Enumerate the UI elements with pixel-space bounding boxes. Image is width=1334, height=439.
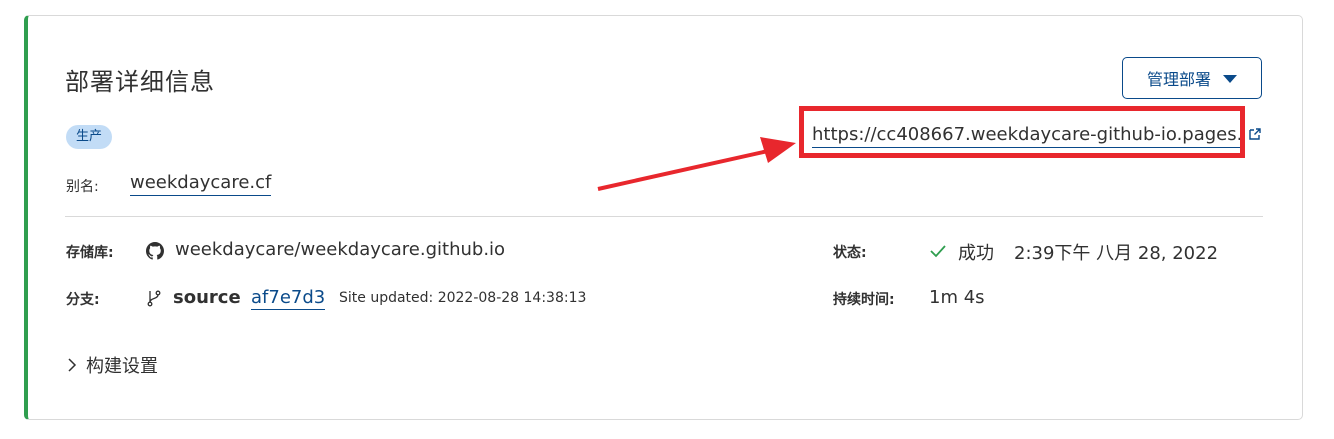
status-value: 成功 bbox=[958, 243, 994, 264]
repo-label: 存储库: bbox=[66, 245, 114, 261]
status-label: 状态: bbox=[833, 245, 867, 261]
page-title: 部署详细信息 bbox=[65, 68, 215, 96]
environment-badge: 生产 bbox=[66, 125, 113, 149]
section-divider bbox=[65, 216, 1263, 217]
status-time: 2:39下午 八月 28, 2022 bbox=[1014, 243, 1219, 264]
branch-icon bbox=[147, 290, 161, 307]
commit-hash-link[interactable]: af7e7d3 bbox=[251, 287, 326, 310]
build-settings-toggle[interactable]: 构建设置 bbox=[66, 352, 158, 378]
chevron-right-icon bbox=[68, 358, 77, 372]
commit-message: Site updated: 2022-08-28 14:38:13 bbox=[339, 290, 587, 306]
manage-deployment-label: 管理部署 bbox=[1146, 70, 1211, 89]
build-settings-label: 构建设置 bbox=[86, 356, 158, 377]
manage-deployment-button[interactable]: 管理部署 bbox=[1122, 57, 1262, 99]
branch-value: source bbox=[173, 287, 241, 308]
annotation-highlight-box bbox=[799, 106, 1245, 158]
deployment-details-card bbox=[24, 15, 1303, 420]
duration-value: 1m 4s bbox=[929, 287, 985, 308]
github-icon bbox=[146, 242, 164, 260]
check-icon bbox=[930, 245, 946, 258]
caret-down-icon bbox=[1223, 75, 1237, 83]
alias-link[interactable]: weekdaycare.cf bbox=[130, 172, 272, 196]
repo-value: weekdaycare/weekdaycare.github.io bbox=[175, 239, 506, 260]
alias-label: 别名: bbox=[66, 179, 99, 195]
external-link-icon[interactable] bbox=[1248, 127, 1262, 141]
branch-label: 分支: bbox=[66, 292, 100, 308]
duration-label: 持续时间: bbox=[833, 292, 895, 308]
